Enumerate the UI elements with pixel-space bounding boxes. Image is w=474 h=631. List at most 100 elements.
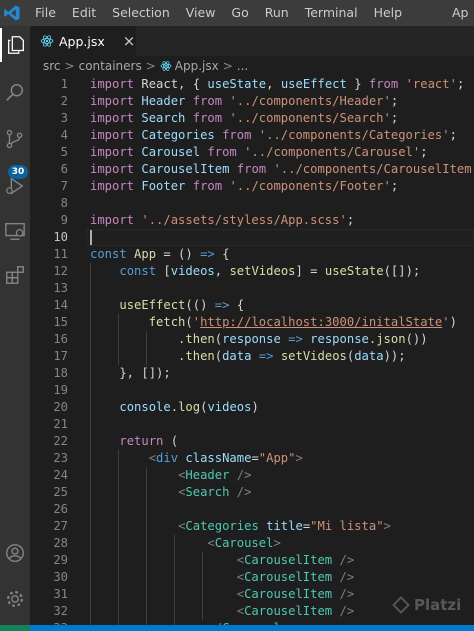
- breadcrumb: src > containers > App.jsx > ...: [30, 56, 474, 76]
- code-token: '../components/Header': [229, 94, 391, 108]
- menu-terminal[interactable]: Terminal: [297, 0, 366, 26]
- code-token: from: [222, 128, 259, 142]
- tab-label: App.jsx: [59, 33, 105, 49]
- tab-app-jsx[interactable]: App.jsx ×: [30, 26, 136, 56]
- code-line[interactable]: 20 console.log(videos): [30, 399, 474, 416]
- breadcrumb-symbol[interactable]: ...: [237, 59, 248, 73]
- code-line[interactable]: 10: [30, 229, 474, 246]
- code-token: ): [251, 400, 259, 414]
- code-line[interactable]: 14 useEffect(() => {: [30, 297, 474, 314]
- code-line[interactable]: 29 <CarouselItem />: [30, 552, 474, 569]
- settings-gear-icon[interactable]: [0, 582, 30, 616]
- menu-go[interactable]: Go: [223, 0, 256, 26]
- line-number: 18: [53, 366, 68, 380]
- code-text: import Header from '../components/Header…: [90, 93, 398, 110]
- code-line[interactable]: 28 <Carousel>: [30, 535, 474, 552]
- code-token: from: [236, 162, 274, 176]
- code-token: videos: [170, 264, 215, 278]
- code-token: Categories: [185, 519, 267, 533]
- source-control-icon[interactable]: [0, 122, 30, 156]
- code-token: />: [339, 604, 355, 618]
- code-line[interactable]: 27 <Categories title="Mi lista">: [30, 518, 474, 535]
- code-token: .: [90, 349, 186, 363]
- code-token: (: [214, 349, 223, 363]
- code-line[interactable]: 9 import '../assets/styless/App.scss';: [30, 212, 474, 229]
- code-line[interactable]: 4 import Categories from '../components/C…: [30, 127, 474, 144]
- code-token: ;: [390, 94, 399, 108]
- code-line[interactable]: 5 import Carousel from '../components/Car…: [30, 144, 474, 161]
- code-line[interactable]: 22 return (: [30, 433, 474, 450]
- extensions-icon[interactable]: [0, 258, 30, 292]
- code-line[interactable]: 7 import Footer from '../components/Foote…: [30, 178, 474, 195]
- code-token: from: [368, 77, 406, 91]
- code-token: response: [222, 332, 281, 346]
- code-token: className: [185, 451, 252, 465]
- accounts-icon[interactable]: [0, 536, 30, 570]
- explorer-icon[interactable]: [0, 28, 30, 62]
- code-token: useState: [207, 77, 267, 91]
- code-line[interactable]: 26: [30, 501, 474, 518]
- code-text: <Search />: [90, 484, 251, 501]
- code-text: fetch('http://localhost:3000/initalState…: [90, 314, 457, 331]
- code-line[interactable]: 21: [30, 416, 474, 433]
- remote-indicator[interactable]: [0, 625, 30, 631]
- code-line[interactable]: 25 <Search />: [30, 484, 474, 501]
- code-token: Header: [185, 468, 237, 482]
- code-line[interactable]: 23 <div className="App">: [30, 450, 474, 467]
- code-text: useEffect(() => {: [90, 297, 244, 314]
- code-line[interactable]: 12 const [videos, setVideos] = useState(…: [30, 263, 474, 280]
- code-line[interactable]: 19: [30, 382, 474, 399]
- code-line[interactable]: 30 <CarouselItem />: [30, 569, 474, 586]
- code-line[interactable]: 24 <Header />: [30, 467, 474, 484]
- code-line[interactable]: 2 import Header from '../components/Heade…: [30, 93, 474, 110]
- code-token: "Mi lista": [310, 519, 384, 533]
- code-line[interactable]: 15 fetch('http://localhost:3000/initalSt…: [30, 314, 474, 331]
- menu-view[interactable]: View: [178, 0, 224, 26]
- menu-selection[interactable]: Selection: [104, 0, 178, 26]
- code-line[interactable]: 1 import React, { useState, useEffect } f…: [30, 76, 474, 93]
- code-token: Header: [141, 94, 193, 108]
- code-line[interactable]: 6 import CarouselItem from '../components…: [30, 161, 474, 178]
- remote-explorer-icon[interactable]: [0, 214, 30, 248]
- code-line[interactable]: 16 .then(response => response.json()): [30, 331, 474, 348]
- breadcrumb-file[interactable]: App.jsx: [175, 59, 219, 73]
- vscode-logo-icon[interactable]: [3, 4, 21, 22]
- code-token: <: [236, 570, 245, 584]
- code-token: import: [90, 213, 142, 227]
- close-icon[interactable]: ×: [123, 32, 136, 50]
- code-token: />: [339, 553, 355, 567]
- code-token: <: [236, 604, 245, 618]
- code-text: <Categories title="Mi lista">: [90, 518, 391, 535]
- code-token: from: [192, 179, 230, 193]
- code-editor[interactable]: 1 import React, { useState, useEffect } f…: [30, 76, 474, 625]
- code-token: import: [90, 179, 142, 193]
- code-token: '../components/Categories': [258, 128, 450, 142]
- code-token: <: [236, 553, 245, 567]
- code-line[interactable]: 17 .then(data => setVideos(data));: [30, 348, 474, 365]
- code-token: useEffect: [280, 77, 347, 91]
- code-token: videos: [207, 400, 252, 414]
- run-debug-icon[interactable]: [0, 169, 30, 203]
- code-text: .then(data => setVideos(data));: [90, 348, 406, 365]
- code-token: ;: [449, 128, 457, 142]
- menu-file[interactable]: File: [27, 0, 64, 26]
- menu-run[interactable]: Run: [257, 0, 297, 26]
- code-token: http://localhost:3000/initalState: [200, 315, 443, 329]
- code-line[interactable]: 8: [30, 195, 474, 212]
- code-line[interactable]: 13: [30, 280, 474, 297]
- search-icon[interactable]: [0, 76, 30, 110]
- code-line[interactable]: 3 import Search from '../components/Searc…: [30, 110, 474, 127]
- menu-help[interactable]: Help: [366, 0, 411, 26]
- code-token: console: [119, 400, 171, 414]
- breadcrumb-src[interactable]: src: [43, 59, 61, 73]
- menu-edit[interactable]: Edit: [64, 0, 104, 26]
- code-line[interactable]: 18 }, []);: [30, 365, 474, 382]
- line-number: 24: [53, 468, 68, 482]
- code-token: ): [449, 315, 457, 329]
- breadcrumb-containers[interactable]: containers: [79, 59, 142, 73]
- code-line[interactable]: 11 const App = () => {: [30, 246, 474, 263]
- code-token: '../assets/styless/App.scss': [141, 213, 347, 227]
- code-token: useEffect: [119, 298, 186, 312]
- code-token: ': [192, 315, 201, 329]
